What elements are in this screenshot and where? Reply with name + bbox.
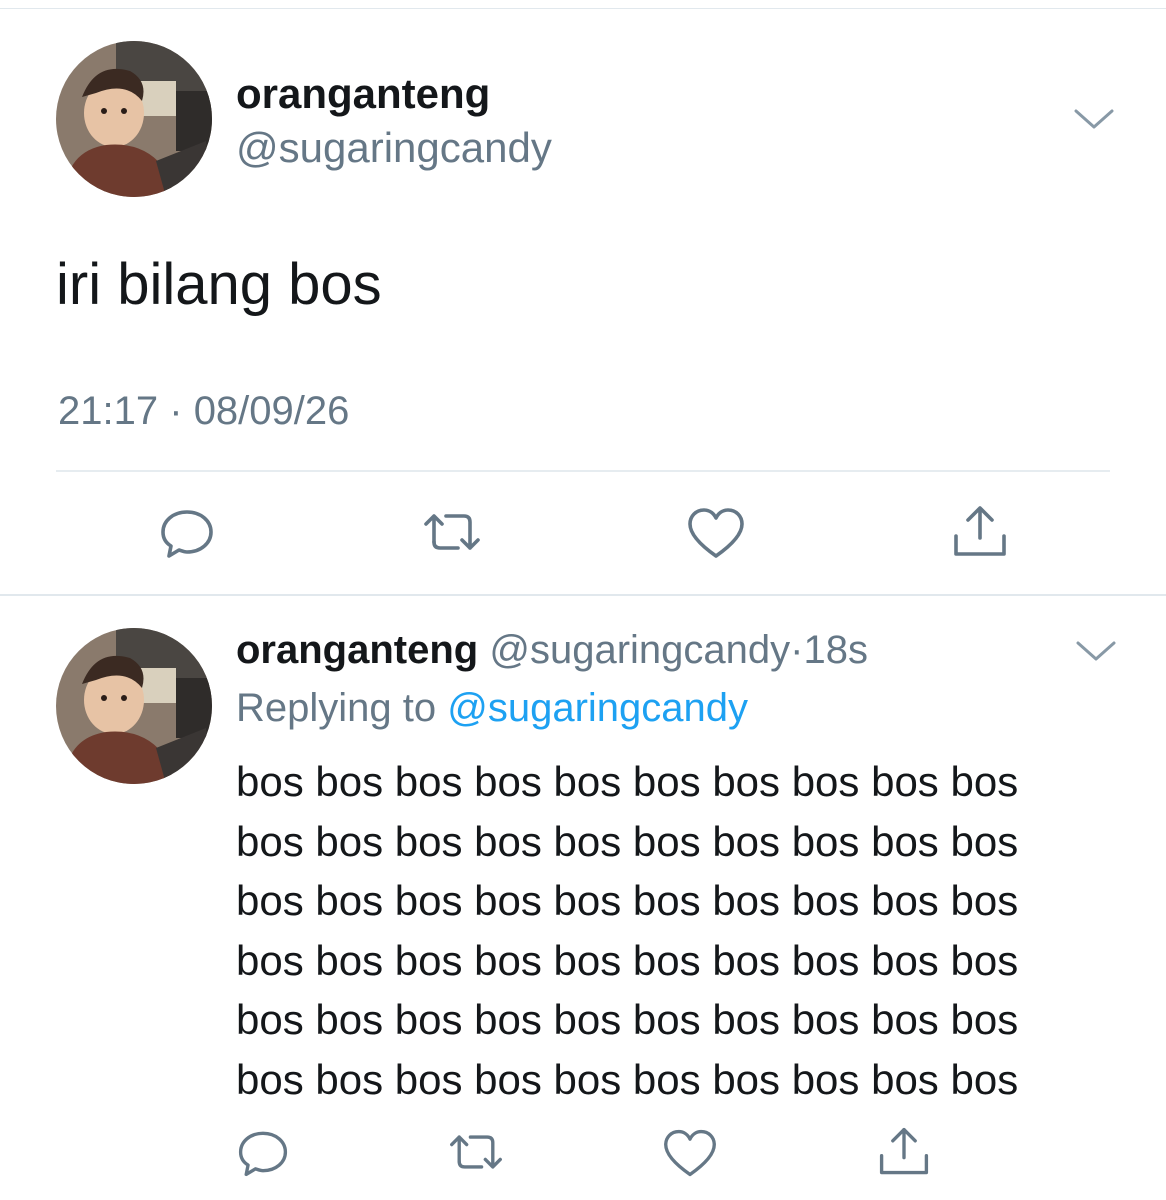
retweet-icon <box>450 1135 502 1169</box>
reply-button[interactable] <box>235 1124 291 1180</box>
share-icon <box>954 506 1006 556</box>
display-name[interactable]: oranganteng <box>236 628 478 672</box>
tweet-timestamp[interactable]: 21:17 · 08/09/26 <box>58 388 349 434</box>
tweet-text-line: bos bos bos bos bos bos bos bos bos bos <box>236 996 1019 1043</box>
share-button[interactable] <box>876 1124 932 1180</box>
tweet-text-line: bos bos bos bos bos bos bos bos bos bos <box>236 936 1019 984</box>
chevron-down-icon[interactable] <box>1074 638 1118 664</box>
heart-icon <box>664 1129 716 1177</box>
avatar[interactable] <box>56 41 212 197</box>
like-button[interactable] <box>686 504 746 564</box>
replying-to-link[interactable]: @sugaringcandy <box>447 686 748 730</box>
reply-header: oranganteng @sugaringcandy·18s <box>236 626 868 674</box>
tweet-text-line: bos bos bos bos bos bos bos bos bos bos <box>236 1055 1019 1103</box>
reply-bubble-icon <box>238 1131 288 1177</box>
user-handle[interactable]: @sugaringcandy <box>236 124 552 172</box>
display-name[interactable]: oranganteng <box>236 70 490 118</box>
tweet-text-line: bos bos bos bos bos bos bos bos bos bos <box>236 758 1019 805</box>
replying-to: Replying to @sugaringcandy <box>236 684 748 732</box>
share-button[interactable] <box>950 502 1010 562</box>
retweet-button[interactable] <box>422 502 482 562</box>
heart-icon <box>688 508 744 558</box>
divider <box>56 470 1110 472</box>
retweet-button[interactable] <box>448 1124 504 1180</box>
reply-button[interactable] <box>157 502 217 562</box>
timestamp-separator: · <box>169 389 183 433</box>
top-divider <box>0 8 1166 9</box>
tweet-date: 08/09/26 <box>193 389 350 433</box>
share-icon <box>879 1127 929 1175</box>
section-divider <box>0 594 1166 596</box>
chevron-down-icon[interactable] <box>1072 106 1116 132</box>
tweet-text: iri bilang bos <box>56 252 382 317</box>
like-button[interactable] <box>662 1126 718 1182</box>
avatar[interactable] <box>56 628 212 784</box>
retweet-icon <box>424 514 480 550</box>
tweet-text-line: bos bos bos bos bos bos bos bos bos bos <box>236 817 1019 865</box>
reply-bubble-icon <box>161 510 213 558</box>
user-handle[interactable]: @sugaringcandy <box>489 628 790 672</box>
replying-label: Replying to <box>236 686 437 730</box>
tweet-time-ago[interactable]: 18s <box>803 628 868 672</box>
tweet-text: bos bos bos bos bos bos bos bos bos bos … <box>236 752 1116 1109</box>
tweet-time: 21:17 <box>58 389 159 433</box>
tweet-text-line: bos bos bos bos bos bos bos bos bos bos <box>236 877 1019 924</box>
timestamp-separator: · <box>790 628 804 672</box>
